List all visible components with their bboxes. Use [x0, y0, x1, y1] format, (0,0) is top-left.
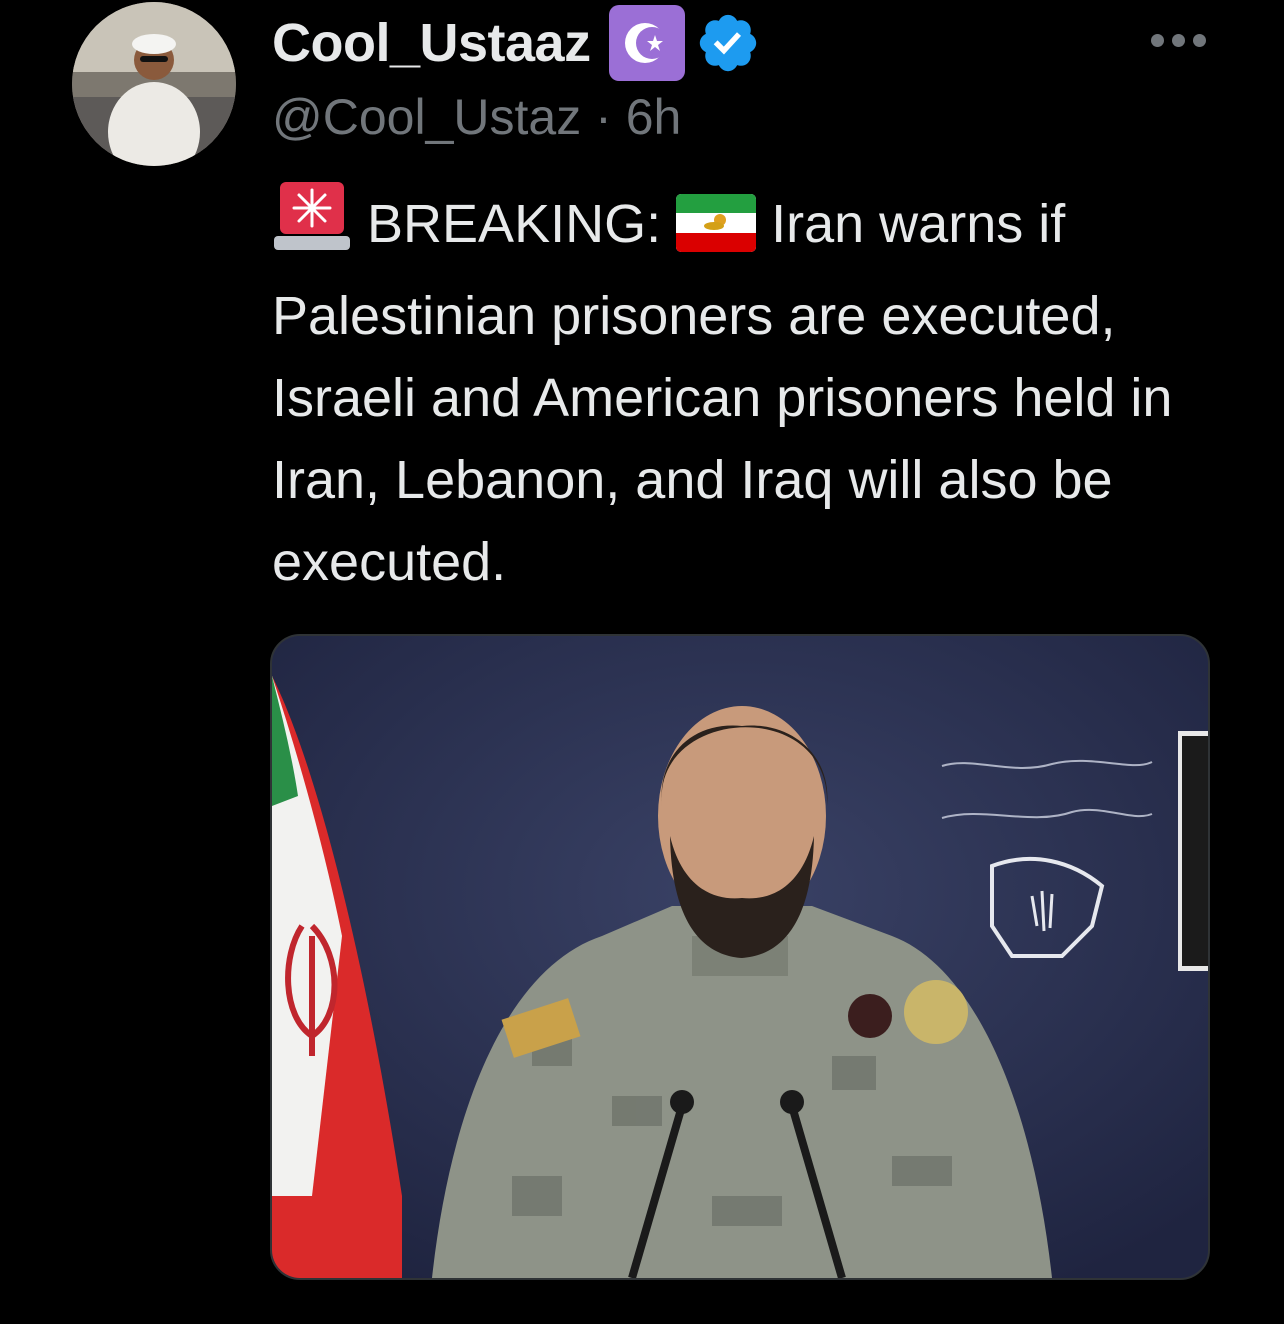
timestamp[interactable]: 6h: [626, 89, 682, 145]
tweet-header: Cool_Ustaaz @Cool_Ustaz · 6h: [272, 5, 1204, 146]
verified-check-icon[interactable]: [695, 10, 761, 76]
more-options-icon[interactable]: [1151, 34, 1206, 47]
handle[interactable]: @Cool_Ustaz: [272, 89, 581, 145]
rotating-light-icon: [272, 180, 352, 275]
display-name[interactable]: Cool_Ustaaz: [272, 12, 591, 74]
iran-lion-sun-flag-icon: [676, 193, 757, 275]
avatar[interactable]: [72, 2, 236, 166]
crescent-star-icon: [608, 5, 685, 81]
tweet-text: BREAKING: Iran warns if Palestinian pris…: [272, 180, 1222, 603]
handle-row: @Cool_Ustaz · 6h: [272, 88, 1204, 146]
breaking-label: BREAKING:: [367, 194, 662, 254]
separator-dot: ·: [595, 89, 612, 145]
tweet-image[interactable]: [270, 634, 1210, 1280]
tweet[interactable]: Cool_Ustaaz @Cool_Ustaz · 6h BREAKING: I…: [0, 0, 1284, 1324]
